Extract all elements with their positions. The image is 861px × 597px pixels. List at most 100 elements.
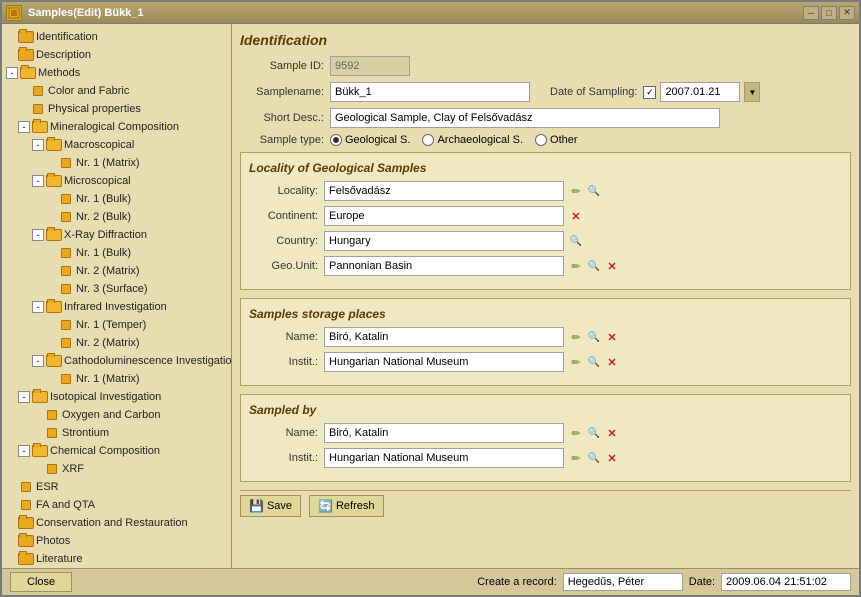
pencil-icon[interactable] (568, 258, 584, 274)
radio-other[interactable]: Other (535, 134, 578, 146)
tree-item-strontium[interactable]: Strontium (4, 424, 229, 442)
tree-item-identification[interactable]: Identification (4, 28, 229, 46)
pencil-icon[interactable] (568, 329, 584, 345)
pencil-icon[interactable] (568, 183, 584, 199)
folder-open-icon (32, 119, 48, 135)
search-icon[interactable] (586, 258, 602, 274)
tree-item-nr2-bulk[interactable]: Nr. 2 (Bulk) (4, 208, 229, 226)
x-icon[interactable] (604, 258, 620, 274)
locality-input-1[interactable] (324, 206, 564, 226)
tree-item-conservation[interactable]: Conservation and Restauration (4, 514, 229, 532)
locality-input-2[interactable] (324, 231, 564, 251)
expand-button[interactable]: - (6, 67, 18, 79)
pencil-icon[interactable] (568, 354, 584, 370)
tree-item-esr[interactable]: ESR (4, 478, 229, 496)
radio-other-circle[interactable] (535, 134, 547, 146)
date-dropdown-button[interactable]: ▼ (744, 82, 760, 102)
tree-item-nr1-bulk2[interactable]: Nr. 1 (Bulk) (4, 244, 229, 262)
tree-item-photos[interactable]: Photos (4, 532, 229, 550)
expand-button[interactable]: - (32, 139, 44, 151)
locality-input-3[interactable] (324, 256, 564, 276)
sampled-input-0[interactable] (324, 423, 564, 443)
storage-input-1[interactable] (324, 352, 564, 372)
leaf-icon (58, 263, 74, 279)
expand-button[interactable]: - (18, 121, 30, 133)
tree-item-nr2-matrix3[interactable]: Nr. 2 (Matrix) (4, 334, 229, 352)
locality-input-0[interactable] (324, 181, 564, 201)
tree-item-nr2-matrix2[interactable]: Nr. 2 (Matrix) (4, 262, 229, 280)
radio-geological-circle[interactable] (330, 134, 342, 146)
storage-input-0[interactable] (324, 327, 564, 347)
expand-button[interactable]: - (32, 355, 44, 367)
save-button[interactable]: 💾 Save (240, 495, 301, 517)
radio-archaeological[interactable]: Archaeological S. (422, 134, 523, 146)
tree-item-literature[interactable]: Literature (4, 550, 229, 568)
tree-item-nr1-matrix4[interactable]: Nr. 1 (Matrix) (4, 370, 229, 388)
tree-label: Nr. 1 (Temper) (76, 319, 146, 331)
tree-item-nr3-surface[interactable]: Nr. 3 (Surface) (4, 280, 229, 298)
tree-item-cathodolum[interactable]: - Cathodoluminescence Investigation (4, 352, 229, 370)
tree-item-physical[interactable]: Physical properties (4, 100, 229, 118)
minimize-button[interactable]: ─ (803, 6, 819, 20)
tree-item-oxygen-carbon[interactable]: Oxygen and Carbon (4, 406, 229, 424)
sampled-input-1[interactable] (324, 448, 564, 468)
close-button[interactable]: Close (10, 572, 72, 592)
expand-button[interactable]: - (18, 445, 30, 457)
expand-button[interactable]: - (32, 175, 44, 187)
folder-open-icon (46, 137, 62, 153)
locality-actions-3 (568, 258, 620, 274)
locality-field-0: Locality: (249, 181, 842, 201)
radio-geological[interactable]: Geological S. (330, 134, 410, 146)
pencil-icon[interactable] (568, 425, 584, 441)
tree-item-fa-qta[interactable]: FA and QTA (4, 496, 229, 514)
sampled-field-1: Instit.: (249, 448, 842, 468)
tree-item-mineralogical[interactable]: - Mineralogical Composition (4, 118, 229, 136)
tree-item-nr1-temper[interactable]: Nr. 1 (Temper) (4, 316, 229, 334)
creator-input[interactable] (563, 573, 683, 591)
x-icon[interactable] (604, 425, 620, 441)
x-icon[interactable] (568, 208, 584, 224)
search-icon[interactable] (568, 233, 584, 249)
x-icon[interactable] (604, 450, 620, 466)
tree-item-color-fabric[interactable]: Color and Fabric (4, 82, 229, 100)
create-record-label: Create a record: (477, 576, 556, 588)
tree-item-xray[interactable]: - X-Ray Diffraction (4, 226, 229, 244)
expand-button[interactable]: - (32, 301, 44, 313)
search-icon[interactable] (586, 329, 602, 345)
tree-item-macroscopical[interactable]: - Macroscopical (4, 136, 229, 154)
date-checkbox[interactable]: ✓ (643, 86, 656, 99)
sample-id-input[interactable] (330, 56, 410, 76)
tree-item-infrared[interactable]: - Infrared Investigation (4, 298, 229, 316)
x-icon[interactable] (604, 354, 620, 370)
form-panel: Identification Sample ID: Samplename: Da… (232, 24, 859, 568)
close-button[interactable]: ✕ (839, 6, 855, 20)
tree-item-description[interactable]: Description (4, 46, 229, 64)
storage-title: Samples storage places (249, 307, 842, 321)
tree-item-nr1-bulk[interactable]: Nr. 1 (Bulk) (4, 190, 229, 208)
search-icon[interactable] (586, 354, 602, 370)
expand-button[interactable]: - (18, 391, 30, 403)
tree-item-methods[interactable]: - Methods (4, 64, 229, 82)
expand-button[interactable]: - (32, 229, 44, 241)
tree-label: Nr. 3 (Surface) (76, 283, 148, 295)
tree-item-xrf[interactable]: XRF (4, 460, 229, 478)
shortdesc-input[interactable] (330, 108, 720, 128)
leaf-icon (44, 407, 60, 423)
search-icon[interactable] (586, 450, 602, 466)
samplename-input[interactable] (330, 82, 530, 102)
tree-item-nr1-matrix[interactable]: Nr. 1 (Matrix) (4, 154, 229, 172)
search-icon[interactable] (586, 183, 602, 199)
tree-item-isotopical[interactable]: - Isotopical Investigation (4, 388, 229, 406)
locality-actions-1 (568, 208, 584, 224)
refresh-button[interactable]: 🔄 Refresh (309, 495, 383, 517)
date-input[interactable] (660, 82, 740, 102)
x-icon[interactable] (604, 329, 620, 345)
search-icon[interactable] (586, 425, 602, 441)
tree-item-microscopical[interactable]: - Microscopical (4, 172, 229, 190)
creation-date-input[interactable] (721, 573, 851, 591)
locality-actions-0 (568, 183, 602, 199)
radio-archaeological-circle[interactable] (422, 134, 434, 146)
pencil-icon[interactable] (568, 450, 584, 466)
tree-item-chemical[interactable]: - Chemical Composition (4, 442, 229, 460)
maximize-button[interactable]: □ (821, 6, 837, 20)
